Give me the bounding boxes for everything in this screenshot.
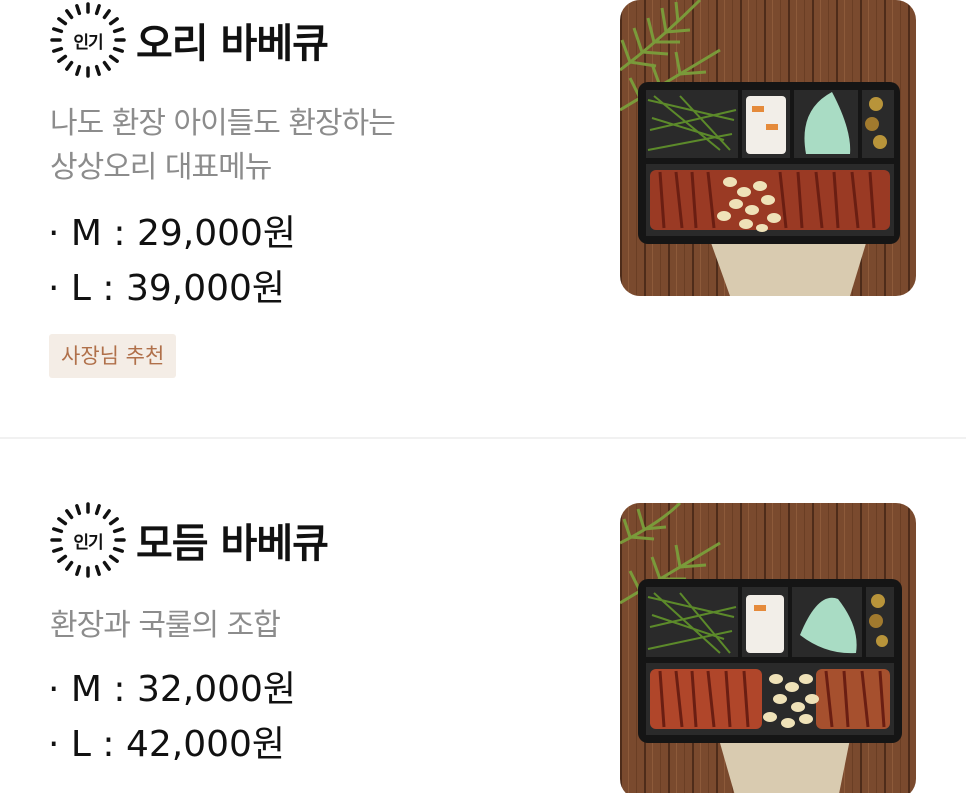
price-list: · M : 29,000원 · L : 39,000원 <box>48 206 296 316</box>
popular-badge: 인기 <box>48 500 128 580</box>
menu-item-title-row: 인기 모듬 바베큐 <box>48 500 329 580</box>
popular-badge-label: 인기 <box>73 32 103 53</box>
mixed-bbq-photo[interactable] <box>620 503 916 793</box>
menu-item[interactable]: 인기 모듬 바베큐 환장과 국룰의 조합 · M : 32,000원 · L :… <box>0 440 966 793</box>
popular-badge-label: 인기 <box>73 532 103 553</box>
price-large: · L : 39,000원 <box>48 268 286 309</box>
menu-item-title-row: 인기 오리 바베큐 <box>48 0 329 80</box>
food-box-image <box>620 0 916 296</box>
menu-item-description: 환장과 국룰의 조합 <box>50 604 520 648</box>
description-line: 환장과 국룰의 조합 <box>50 608 281 643</box>
description-line: 나도 환장 아이들도 환장하는 <box>50 106 396 141</box>
popular-badge: 인기 <box>48 0 128 80</box>
price-medium: · M : 29,000원 <box>48 213 297 254</box>
price-medium: · M : 32,000원 <box>48 669 297 710</box>
section-divider <box>0 437 966 439</box>
menu-item[interactable]: 인기 오리 바베큐 나도 환장 아이들도 환장하는 상상오리 대표메뉴 · M … <box>0 0 966 438</box>
food-box-image <box>620 503 916 793</box>
menu-item-name: 모듬 바베큐 <box>136 521 329 567</box>
duck-bbq-photo[interactable] <box>620 0 916 296</box>
menu-item-description: 나도 환장 아이들도 환장하는 상상오리 대표메뉴 <box>50 102 520 190</box>
price-large: · L : 42,000원 <box>48 724 286 765</box>
owner-recommend-tag: 사장님 추천 <box>49 334 177 378</box>
menu-item-name: 오리 바베큐 <box>136 21 329 67</box>
description-line: 상상오리 대표메뉴 <box>50 150 272 185</box>
price-list: · M : 32,000원 · L : 42,000원 <box>48 662 296 772</box>
